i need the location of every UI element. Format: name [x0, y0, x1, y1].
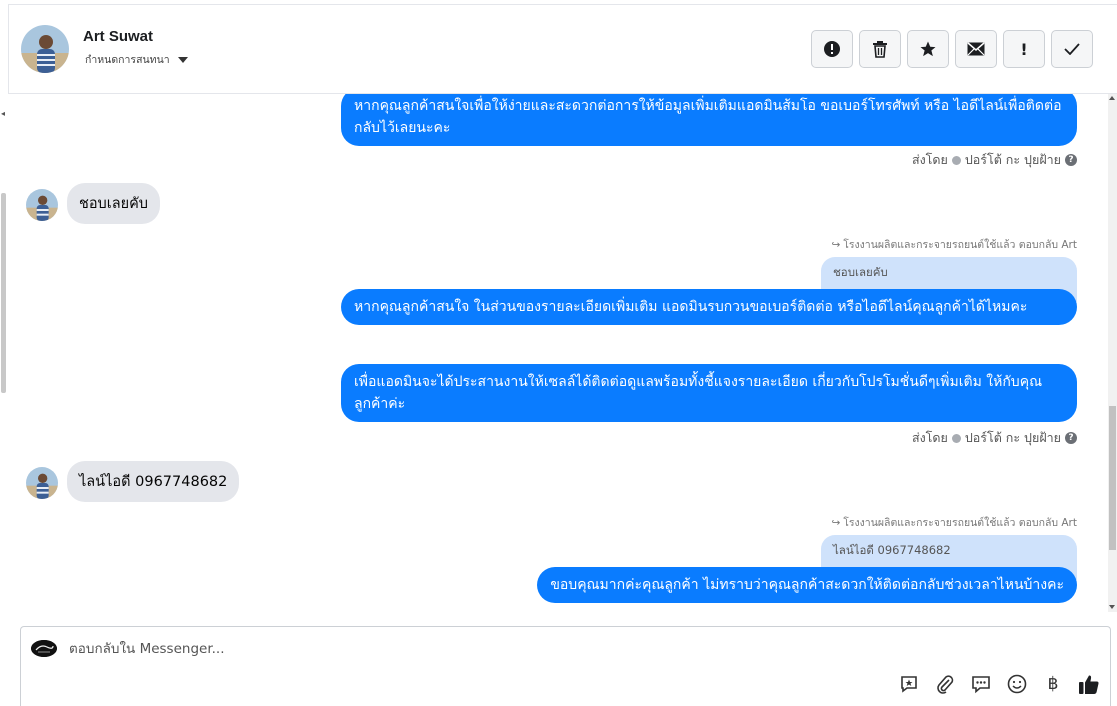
attach-icon: [937, 675, 954, 694]
avatar[interactable]: [26, 467, 58, 499]
star-icon: [920, 41, 936, 57]
chevron-down-icon: [177, 56, 188, 63]
reply-arrow-icon: ↪: [831, 516, 841, 529]
emoji-button[interactable]: [1006, 673, 1028, 695]
scroll-up-icon[interactable]: [1109, 96, 1115, 100]
scroll-down-icon[interactable]: [1109, 605, 1115, 609]
report-button[interactable]: [811, 30, 853, 68]
left-scrollbar-thumb[interactable]: [1, 193, 6, 393]
attach-button[interactable]: [934, 673, 956, 695]
envelope-icon: [967, 42, 985, 56]
saved-reply-button[interactable]: [898, 673, 920, 695]
sender-name[interactable]: ปอร์โต้ กะ ปุยฝ้าย: [965, 428, 1061, 448]
message-text: หากคุณลูกค้าสนใจ ในส่วนของรายละเอียดเพิ่…: [354, 299, 1028, 315]
quoted-text: ไลน์ไอดี 0967748682: [833, 543, 951, 557]
page-logo: [31, 640, 57, 657]
contact-name[interactable]: Art Suwat: [83, 28, 153, 45]
reply-input[interactable]: [69, 641, 769, 657]
payment-button[interactable]: ฿: [1042, 673, 1064, 695]
page-dot-icon: [951, 433, 961, 443]
thread-scrollbar[interactable]: [1108, 94, 1117, 612]
message-text: ขอบคุณมากค่ะคุณลูกค้า ไม่ทราบว่าคุณลูกค้…: [550, 577, 1064, 593]
conversation-header: Art Suwat กำหนดการสนทนา !: [8, 4, 1117, 94]
follow-up-button[interactable]: !: [1003, 30, 1045, 68]
avatar[interactable]: [26, 189, 58, 221]
sent-by-info: ส่งโดย ปอร์โต้ กะ ปุยฝ้าย ?: [912, 150, 1077, 170]
sent-by-info: ส่งโดย ปอร์โต้ กะ ปุยฝ้าย ?: [912, 428, 1077, 448]
reply-context: ↪ โรงงานผลิตและกระจายรถยนต์ใช้แล้ว ตอบกล…: [831, 236, 1077, 253]
avatar[interactable]: [21, 25, 69, 73]
reply-arrow-icon: ↪: [831, 238, 841, 251]
sent-by-label: ส่งโดย: [911, 152, 948, 167]
star-button[interactable]: [907, 30, 949, 68]
header-actions: !: [811, 30, 1093, 68]
incoming-message[interactable]: ชอบเลยคับ: [67, 183, 160, 224]
message-text: เพื่อแอดมินจะได้ประสานงานให้เซลล์ได้ติดต…: [354, 374, 1043, 412]
help-icon[interactable]: ?: [1065, 154, 1077, 166]
mark-done-button[interactable]: [1051, 30, 1093, 68]
left-scrollbar[interactable]: ◂: [0, 0, 8, 706]
exclamation-icon: !: [1020, 39, 1028, 59]
scroll-arrow-icon: ◂: [1, 109, 6, 118]
checkmark-icon: [1064, 43, 1080, 55]
thread-scrollbar-thumb[interactable]: [1109, 406, 1116, 550]
reply-context-text: โรงงานผลิตและกระจายรถยนต์ใช้แล้ว ตอบกลับ…: [843, 517, 1077, 529]
composer-toolbar: ฿: [898, 673, 1100, 695]
message-text: ชอบเลยคับ: [79, 196, 148, 212]
assign-label: กำหนดการสนทนา: [85, 54, 170, 66]
message-thread[interactable]: หากคุณลูกค้าสนใจเพื่อให้ง่ายและสะดวกต่อก…: [8, 94, 1108, 612]
messenger-inbox: ◂ Art Suwat กำหนดการสนทนา ! หากคุณลูกค้า…: [0, 0, 1117, 706]
chat-button[interactable]: [970, 673, 992, 695]
sender-name[interactable]: ปอร์โต้ กะ ปุยฝ้าย: [965, 150, 1061, 170]
page-dot-icon: [951, 155, 961, 165]
like-button[interactable]: [1078, 673, 1100, 695]
outgoing-message[interactable]: เพื่อแอดมินจะได้ประสานงานให้เซลล์ได้ติดต…: [341, 364, 1077, 422]
quoted-text: ชอบเลยคับ: [833, 265, 888, 279]
report-icon: [824, 41, 840, 57]
outgoing-message[interactable]: ขอบคุณมากค่ะคุณลูกค้า ไม่ทราบว่าคุณลูกค้…: [537, 567, 1077, 603]
message-text: หากคุณลูกค้าสนใจเพื่อให้ง่ายและสะดวกต่อก…: [354, 98, 1062, 136]
emoji-icon: [1007, 674, 1027, 694]
message-text: ไลน์ไอดี 0967748682: [79, 474, 228, 490]
reply-composer: ฿: [20, 626, 1111, 706]
assign-conversation-dropdown[interactable]: กำหนดการสนทนา: [85, 51, 188, 68]
outgoing-message[interactable]: หากคุณลูกค้าสนใจเพื่อให้ง่ายและสะดวกต่อก…: [341, 94, 1077, 146]
help-icon[interactable]: ?: [1065, 432, 1077, 444]
delete-button[interactable]: [859, 30, 901, 68]
chat-icon: [972, 676, 990, 694]
reply-context: ↪ โรงงานผลิตและกระจายรถยนต์ใช้แล้ว ตอบกล…: [831, 514, 1077, 531]
reply-context-text: โรงงานผลิตและกระจายรถยนต์ใช้แล้ว ตอบกลับ…: [843, 239, 1077, 251]
like-icon: [1079, 675, 1099, 694]
sent-by-label: ส่งโดย: [911, 430, 948, 445]
outgoing-message[interactable]: หากคุณลูกค้าสนใจ ในส่วนของรายละเอียดเพิ่…: [341, 289, 1077, 325]
baht-icon: ฿: [1047, 674, 1059, 694]
trash-icon: [873, 40, 887, 58]
mark-unread-button[interactable]: [955, 30, 997, 68]
incoming-message[interactable]: ไลน์ไอดี 0967748682: [67, 461, 240, 502]
saved-reply-icon: [901, 676, 917, 693]
